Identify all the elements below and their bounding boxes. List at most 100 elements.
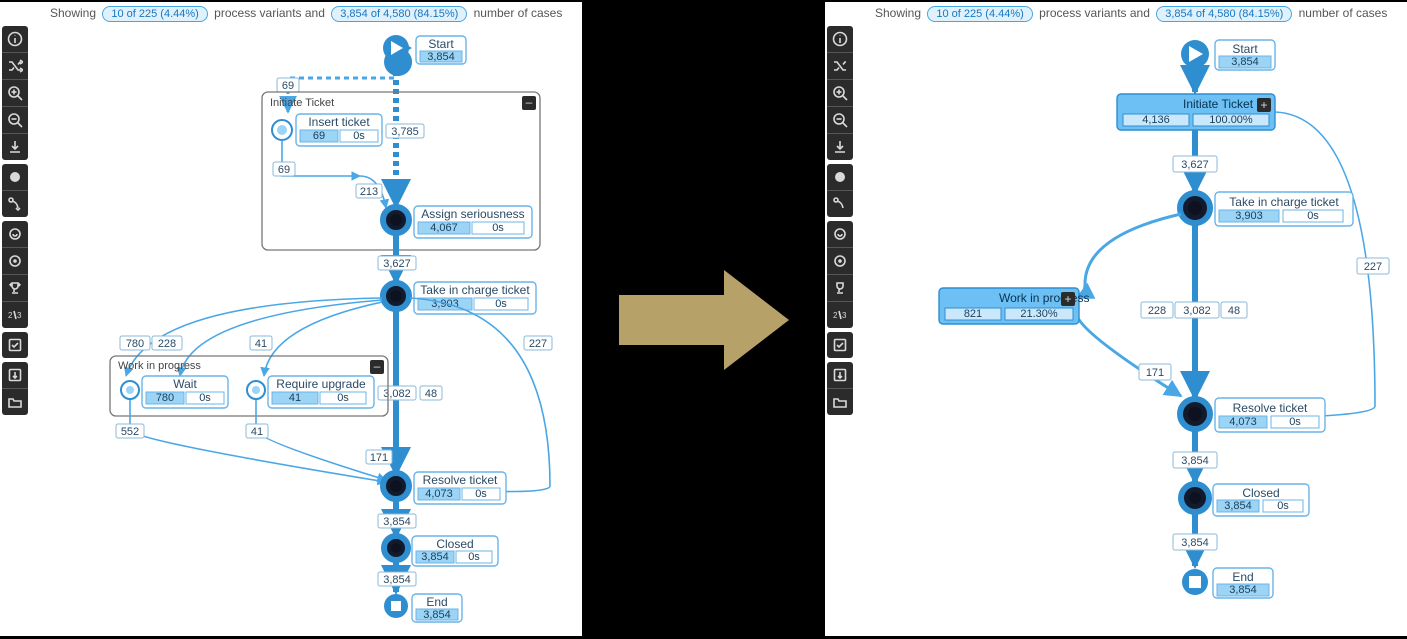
activity-wip-collapsed[interactable]: Work in progress + 821 21.30% (939, 288, 1089, 324)
svg-text:3,627: 3,627 (383, 258, 411, 270)
svg-text:3,854: 3,854 (1229, 584, 1257, 596)
svg-text:3,854: 3,854 (423, 609, 451, 621)
toolbar-left: 23 (2, 26, 28, 419)
export-icon[interactable] (827, 362, 853, 388)
svg-text:3,903: 3,903 (1235, 210, 1263, 222)
end-node[interactable]: End 3,854 (1182, 568, 1273, 598)
zoom-in-icon[interactable] (827, 79, 853, 106)
hide-self-loop-icon[interactable] (2, 221, 28, 247)
hide-end-icon[interactable] (2, 247, 28, 274)
svg-text:–: – (374, 359, 381, 373)
svg-text:0s: 0s (337, 392, 349, 404)
circle-icon[interactable] (2, 164, 28, 190)
process-graph-right[interactable]: Start 3,854 Initiate Ticket + 4,136 100.… (855, 26, 1407, 636)
svg-text:Work in progress: Work in progress (999, 291, 1089, 305)
activity-wait[interactable]: Wait 780 0s (121, 376, 228, 408)
activity-insert-ticket[interactable]: Insert ticket 69 0s (272, 114, 382, 146)
folder-icon[interactable] (827, 388, 853, 415)
export-icon[interactable] (2, 362, 28, 388)
svg-text:0s: 0s (492, 222, 504, 234)
hide-self-loop-icon[interactable] (827, 221, 853, 247)
download-svg-icon[interactable] (827, 133, 853, 160)
connector-icon[interactable] (827, 190, 853, 217)
start-node[interactable]: Start 3,854 (383, 35, 466, 76)
svg-text:552: 552 (121, 426, 139, 438)
svg-text:Closed: Closed (1242, 486, 1279, 500)
activity-take-in-charge[interactable]: Take in charge ticket 3,903 0s (1180, 192, 1353, 226)
two-three-icon[interactable]: 23 (827, 301, 853, 328)
svg-text:3,854: 3,854 (421, 551, 449, 563)
svg-text:69: 69 (282, 80, 294, 92)
svg-text:228: 228 (1148, 305, 1166, 317)
svg-text:3: 3 (842, 311, 847, 320)
activity-initiate-ticket-collapsed[interactable]: Initiate Ticket + 4,136 100.00% (1117, 94, 1275, 130)
svg-text:4,073: 4,073 (1229, 416, 1257, 428)
svg-text:4,073: 4,073 (425, 488, 453, 500)
folder-icon[interactable] (2, 388, 28, 415)
svg-text:Take in charge ticket: Take in charge ticket (1229, 195, 1339, 209)
svg-text:Assign seriousness: Assign seriousness (421, 207, 524, 221)
process-graph-left[interactable]: Start 3,854 69 Initiate Ticket – Insert … (30, 26, 582, 636)
svg-text:171: 171 (1146, 367, 1164, 379)
activity-resolve-ticket[interactable]: Resolve ticket 4,073 0s (1180, 398, 1325, 432)
shuffle-icon[interactable] (827, 52, 853, 79)
svg-text:3,854: 3,854 (1224, 500, 1252, 512)
svg-text:3,854: 3,854 (383, 574, 411, 586)
svg-text:100.00%: 100.00% (1209, 114, 1253, 126)
circle-icon[interactable] (827, 164, 853, 190)
info-icon[interactable] (827, 26, 853, 52)
zoom-in-icon[interactable] (2, 79, 28, 106)
svg-text:227: 227 (529, 338, 547, 350)
svg-text:Closed: Closed (436, 537, 473, 551)
svg-text:0s: 0s (1289, 416, 1301, 428)
svg-text:0s: 0s (1277, 500, 1289, 512)
svg-text:Start: Start (428, 37, 454, 51)
svg-text:3,785: 3,785 (391, 126, 419, 138)
variants-pill[interactable]: 10 of 225 (4.44%) (102, 6, 207, 22)
two-three-icon[interactable]: 23 (2, 301, 28, 328)
cases-pill[interactable]: 3,854 of 4,580 (84.15%) (331, 6, 467, 22)
svg-text:Require upgrade: Require upgrade (276, 377, 366, 391)
svg-text:0s: 0s (199, 392, 211, 404)
svg-text:48: 48 (1228, 305, 1240, 317)
shuffle-icon[interactable] (2, 52, 28, 79)
info-icon[interactable] (2, 26, 28, 52)
svg-text:228: 228 (158, 338, 176, 350)
svg-text:227: 227 (1364, 261, 1382, 273)
activity-closed[interactable]: Closed 3,854 0s (384, 536, 498, 566)
svg-text:Insert ticket: Insert ticket (308, 115, 370, 129)
svg-text:3,854: 3,854 (1231, 56, 1259, 68)
zoom-out-icon[interactable] (2, 106, 28, 133)
activity-resolve-ticket[interactable]: Resolve ticket 4,073 0s (383, 472, 506, 504)
svg-text:3,854: 3,854 (427, 51, 455, 63)
zoom-out-icon[interactable] (827, 106, 853, 133)
activity-assign-seriousness[interactable]: Assign seriousness 4,067 0s (383, 206, 532, 238)
svg-text:0s: 0s (353, 130, 365, 142)
download-svg-icon[interactable] (2, 133, 28, 160)
activity-closed[interactable]: Closed 3,854 0s (1181, 484, 1309, 516)
svg-text:Initiate Ticket: Initiate Ticket (270, 97, 334, 109)
variants-pill[interactable]: 10 of 225 (4.44%) (927, 6, 1032, 22)
svg-text:48: 48 (425, 388, 437, 400)
connector-icon[interactable] (2, 190, 28, 217)
process-map-panel-collapsed: Showing 10 of 225 (4.44%) process varian… (825, 2, 1407, 636)
activity-require-upgrade[interactable]: Require upgrade 41 0s (247, 376, 374, 408)
svg-text:3: 3 (17, 311, 22, 320)
activity-take-in-charge[interactable]: Take in charge ticket 3,903 0s (383, 282, 536, 314)
svg-text:0s: 0s (468, 551, 480, 563)
svg-text:21.30%: 21.30% (1020, 308, 1058, 320)
cases-pill[interactable]: 3,854 of 4,580 (84.15%) (1156, 6, 1292, 22)
svg-text:213: 213 (360, 186, 378, 198)
checkbox-icon[interactable] (2, 332, 28, 358)
checkbox-icon[interactable] (827, 332, 853, 358)
start-node[interactable]: Start 3,854 (1181, 40, 1275, 70)
end-node[interactable]: End 3,854 (384, 594, 462, 622)
trophy-icon[interactable] (827, 274, 853, 301)
trophy-icon[interactable] (2, 274, 28, 301)
svg-text:69: 69 (313, 130, 325, 142)
svg-text:End: End (426, 595, 447, 609)
svg-text:End: End (1232, 570, 1253, 584)
svg-text:+: + (1260, 98, 1267, 112)
hide-end-icon[interactable] (827, 247, 853, 274)
svg-text:Resolve ticket: Resolve ticket (423, 473, 498, 487)
